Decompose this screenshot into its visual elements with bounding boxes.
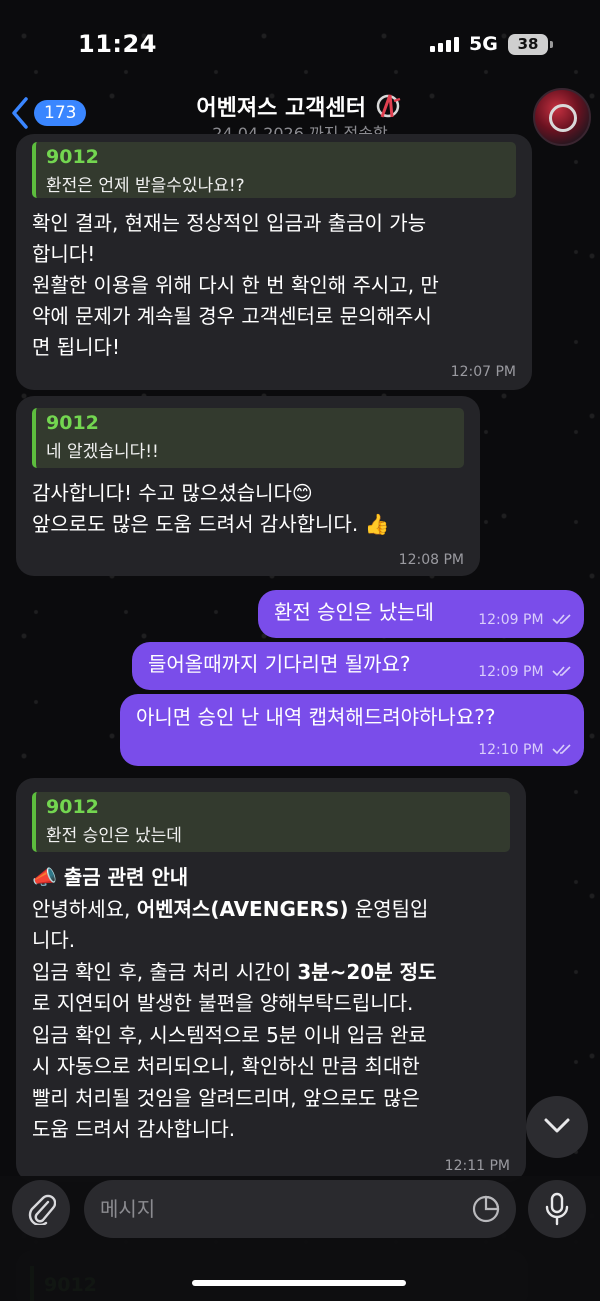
message-bubble-incoming[interactable]: 9012 환전 승인은 났는데 📣 출금 관련 안내 안녕하세요, 어벤져스(A… — [16, 778, 526, 1182]
attach-button[interactable] — [12, 1180, 70, 1238]
read-checkmarks-icon — [552, 744, 571, 755]
chat-avatar[interactable] — [533, 88, 591, 146]
message-text: 아니면 승인 난 내역 캡쳐해드려야하나요?? — [136, 705, 496, 729]
read-checkmarks-icon — [552, 614, 571, 625]
reply-text: 네 알겠습니다!! — [46, 442, 159, 462]
chat-title-text: 어벤져스 고객센터 — [196, 96, 366, 121]
chevron-down-icon — [544, 1118, 570, 1133]
message-input[interactable] — [84, 1180, 516, 1238]
message-text: 들어올때까지 기다리면 될까요? — [148, 652, 411, 676]
paperclip-icon — [28, 1194, 56, 1225]
message-bubble-incoming[interactable]: 9012 환전은 언제 받을수있나요!? 확인 결과, 현재는 정상적인 입금과… — [16, 134, 532, 390]
message-time: 12:09 PM — [478, 612, 572, 628]
message-time: 12:10 PM — [478, 742, 572, 758]
message-text: 📣 출금 관련 안내 안녕하세요, 어벤져스(AVENGERS) 운영팀입 니다… — [32, 862, 518, 1146]
avengers-logo-icon — [376, 94, 401, 118]
reply-author: 9012 — [46, 796, 99, 818]
sticker-icon[interactable] — [470, 1193, 502, 1225]
message-text: 감사합니다! 수고 많으셨습니다😊 앞으로도 많은 도움 드려서 감사합니다. … — [32, 481, 390, 536]
reply-author: 9012 — [46, 412, 99, 434]
battery-tip — [550, 41, 553, 48]
home-indicator[interactable] — [192, 1280, 406, 1286]
message-time: 12:07 PM — [450, 364, 516, 380]
network-label: 5G — [469, 33, 498, 55]
avatar-logo-ring — [549, 104, 577, 132]
status-time: 11:24 — [78, 30, 157, 58]
message-text: 환전 승인은 났는데 — [274, 600, 434, 624]
microphone-icon — [545, 1192, 569, 1226]
message-time: 12:11 PM — [444, 1158, 510, 1174]
message-bubble-outgoing[interactable]: 환전 승인은 났는데 12:09 PM — [258, 590, 584, 638]
reply-author: 9012 — [46, 146, 99, 168]
read-checkmarks-icon — [552, 666, 571, 677]
chat-title[interactable]: 어벤져스 고객센터 — [0, 90, 600, 122]
message-time: 12:09 PM — [478, 664, 572, 680]
status-bar: 11:24 5G 38 — [0, 0, 600, 90]
message-bubble-outgoing[interactable]: 아니면 승인 난 내역 캡쳐해드려야하나요?? 12:10 PM — [120, 694, 584, 766]
reply-quote[interactable]: 9012 네 알겠습니다!! — [32, 408, 464, 468]
reply-text: 환전 승인은 났는데 — [46, 826, 182, 846]
reply-quote[interactable]: 9012 환전은 언제 받을수있나요!? — [32, 142, 516, 198]
reply-quote[interactable]: 9012 환전 승인은 났는데 — [32, 792, 510, 852]
message-text: 확인 결과, 현재는 정상적인 입금과 출금이 가능 합니다! 원활한 이용을 … — [32, 211, 439, 359]
message-time: 12:08 PM — [398, 552, 464, 568]
signal-icon — [430, 36, 459, 52]
reply-text: 환전은 언제 받을수있나요!? — [46, 176, 245, 196]
battery-icon: 38 — [508, 34, 548, 55]
scroll-to-bottom-button[interactable] — [526, 1096, 588, 1158]
message-bubble-outgoing[interactable]: 들어올때까지 기다리면 될까요? 12:09 PM — [132, 642, 584, 690]
message-bubble-incoming[interactable]: 9012 네 알겠습니다!! 감사합니다! 수고 많으셨습니다😊 앞으로도 많은… — [16, 396, 480, 576]
microphone-button[interactable] — [528, 1180, 586, 1238]
notice-heading: 📣 출금 관련 안내 — [32, 865, 189, 889]
